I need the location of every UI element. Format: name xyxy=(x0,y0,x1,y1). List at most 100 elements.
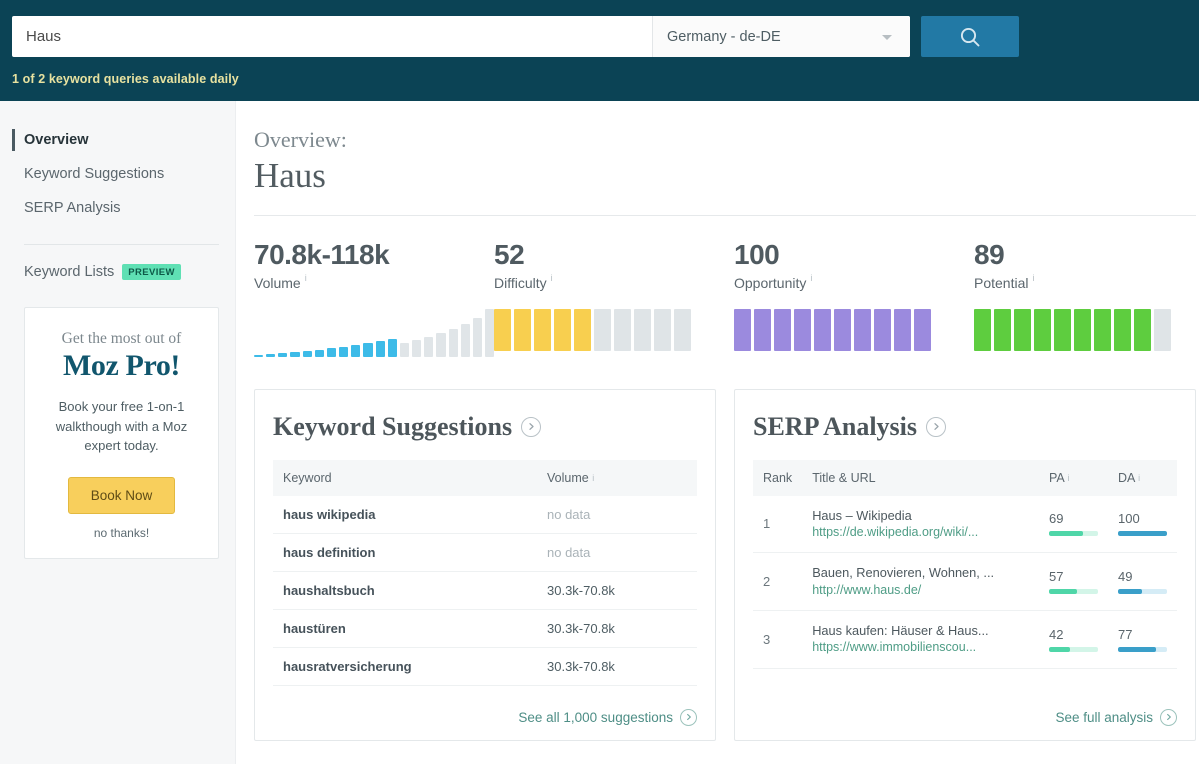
metric-potential: 89 Potential i xyxy=(974,239,1199,357)
volume-bar xyxy=(290,352,299,357)
sidebar-item-overview[interactable]: Overview xyxy=(0,123,235,157)
table-row[interactable]: 3Haus kaufen: Häuser & Haus...https://ww… xyxy=(753,611,1177,669)
sidebar-item-label: SERP Analysis xyxy=(24,200,120,216)
promo-copy: Book your free 1-on-1 walkthough with a … xyxy=(41,397,202,456)
table-row[interactable]: haus definitionno data xyxy=(273,533,697,571)
main-content: Overview: Haus 70.8k-118k Volume i 52 Di… xyxy=(236,101,1199,764)
chevron-right-icon[interactable] xyxy=(926,417,946,437)
pa-cell: 57 xyxy=(1039,553,1108,611)
card-title-text: Keyword Suggestions xyxy=(273,412,512,442)
see-full-analysis-link[interactable]: See full analysis xyxy=(1055,709,1177,726)
table-row[interactable]: haustüren30.3k-70.8k xyxy=(273,609,697,647)
title-url-cell: Haus – Wikipediahttps://de.wikipedia.org… xyxy=(802,496,1039,553)
da-cell: 77 xyxy=(1108,611,1177,669)
pa-bar-track xyxy=(1049,531,1098,536)
see-all-suggestions-link[interactable]: See all 1,000 suggestions xyxy=(518,709,697,726)
table-row[interactable]: 2Bauen, Renovieren, Wohnen, ...http://ww… xyxy=(753,553,1177,611)
sidebar-item-serp-analysis[interactable]: SERP Analysis xyxy=(0,191,235,225)
sidebar: Overview Keyword Suggestions SERP Analys… xyxy=(0,101,236,764)
sidebar-item-label: Overview xyxy=(24,132,89,148)
info-icon[interactable]: i xyxy=(1032,274,1034,283)
volume-bar xyxy=(412,340,421,357)
search-button[interactable] xyxy=(921,16,1019,57)
result-url[interactable]: https://www.immobilienscou... xyxy=(812,639,1029,657)
difficulty-segment xyxy=(514,309,531,351)
opportunity-value: 100 xyxy=(734,239,974,271)
difficulty-segment xyxy=(534,309,551,351)
sidebar-item-keyword-suggestions[interactable]: Keyword Suggestions xyxy=(0,157,235,191)
info-icon[interactable]: i xyxy=(1068,473,1070,483)
info-icon[interactable]: i xyxy=(1138,473,1140,483)
difficulty-value: 52 xyxy=(494,239,734,271)
locale-select[interactable]: Germany - de-DE xyxy=(652,16,910,57)
preview-badge: PREVIEW xyxy=(122,264,181,280)
keyword-cell: haushaltsbuch xyxy=(273,571,537,609)
sidebar-item-keyword-lists[interactable]: Keyword Lists PREVIEW xyxy=(0,245,235,280)
serp-analysis-footer: See full analysis xyxy=(753,695,1177,726)
volume-bar xyxy=(388,339,397,357)
potential-segment xyxy=(1154,309,1171,351)
volume-value: 70.8k-118k xyxy=(254,239,494,271)
potential-segment xyxy=(1094,309,1111,351)
page-eyebrow: Overview: xyxy=(254,127,1196,153)
volume-cell: 30.3k-70.8k xyxy=(537,571,697,609)
query-quota-text: 1 of 2 keyword queries available daily xyxy=(12,72,1199,86)
volume-bar xyxy=(473,318,482,357)
dismiss-promo-link[interactable]: no thanks! xyxy=(41,526,202,540)
info-icon[interactable]: i xyxy=(592,473,594,483)
info-icon[interactable]: i xyxy=(551,274,553,283)
page-body: Overview Keyword Suggestions SERP Analys… xyxy=(0,101,1199,764)
difficulty-segment xyxy=(674,309,691,351)
see-full-analysis-text: See full analysis xyxy=(1055,710,1153,725)
metrics-row: 70.8k-118k Volume i 52 Difficulty i 100 … xyxy=(254,239,1196,357)
table-row[interactable]: haus wikipediano data xyxy=(273,496,697,534)
promo-eyebrow: Get the most out of xyxy=(41,330,202,348)
potential-segment xyxy=(1134,309,1151,351)
column-title-url: Title & URL xyxy=(802,460,1039,496)
metric-volume: 70.8k-118k Volume i xyxy=(254,239,494,357)
opportunity-label-text: Opportunity xyxy=(734,275,806,291)
info-icon[interactable]: i xyxy=(305,274,307,283)
pa-bar-track xyxy=(1049,647,1098,652)
table-header-row: Keyword Volume i xyxy=(273,460,697,496)
result-title: Bauen, Renovieren, Wohnen, ... xyxy=(812,564,1029,581)
table-row[interactable]: hausratversicherung30.3k-70.8k xyxy=(273,647,697,685)
volume-cell: no data xyxy=(537,496,697,534)
opportunity-segment-chart xyxy=(734,309,974,351)
book-now-button[interactable]: Book Now xyxy=(68,477,176,514)
volume-label-text: Volume xyxy=(254,275,301,291)
info-icon[interactable]: i xyxy=(810,274,812,283)
potential-segment xyxy=(1114,309,1131,351)
opportunity-segment xyxy=(854,309,871,351)
difficulty-segment xyxy=(594,309,611,351)
metric-difficulty: 52 Difficulty i xyxy=(494,239,734,357)
result-url[interactable]: https://de.wikipedia.org/wiki/... xyxy=(812,524,1029,542)
chevron-right-icon[interactable] xyxy=(521,417,541,437)
volume-cell: 30.3k-70.8k xyxy=(537,609,697,647)
volume-sparkline-chart xyxy=(254,307,494,357)
da-bar-track xyxy=(1118,647,1167,652)
keyword-suggestions-title: Keyword Suggestions xyxy=(273,412,697,442)
page-header: Overview: Haus xyxy=(254,127,1196,196)
pa-cell: 69 xyxy=(1039,496,1108,553)
pa-score: 42 xyxy=(1049,627,1098,642)
search-icon xyxy=(959,26,981,48)
volume-bar xyxy=(278,353,287,357)
keyword-search-input[interactable] xyxy=(12,16,652,57)
table-row[interactable]: haushaltsbuch30.3k-70.8k xyxy=(273,571,697,609)
pa-bar-track xyxy=(1049,589,1098,594)
volume-bar xyxy=(266,354,275,357)
metric-opportunity: 100 Opportunity i xyxy=(734,239,974,357)
result-url[interactable]: http://www.haus.de/ xyxy=(812,582,1029,600)
serp-analysis-table: Rank Title & URL PA i DA i 1 xyxy=(753,460,1177,669)
potential-value: 89 xyxy=(974,239,1199,271)
title-url-cell: Haus kaufen: Häuser & Haus...https://www… xyxy=(802,611,1039,669)
keyword-cell: haus definition xyxy=(273,533,537,571)
chevron-right-icon xyxy=(680,709,697,726)
page-title: Haus xyxy=(254,157,1196,196)
moz-pro-promo-card: Get the most out of Moz Pro! Book your f… xyxy=(24,307,219,559)
rank-cell: 1 xyxy=(753,496,802,553)
column-da-text: DA xyxy=(1118,471,1135,485)
table-row[interactable]: 1Haus – Wikipediahttps://de.wikipedia.or… xyxy=(753,496,1177,553)
volume-bar xyxy=(363,343,372,357)
